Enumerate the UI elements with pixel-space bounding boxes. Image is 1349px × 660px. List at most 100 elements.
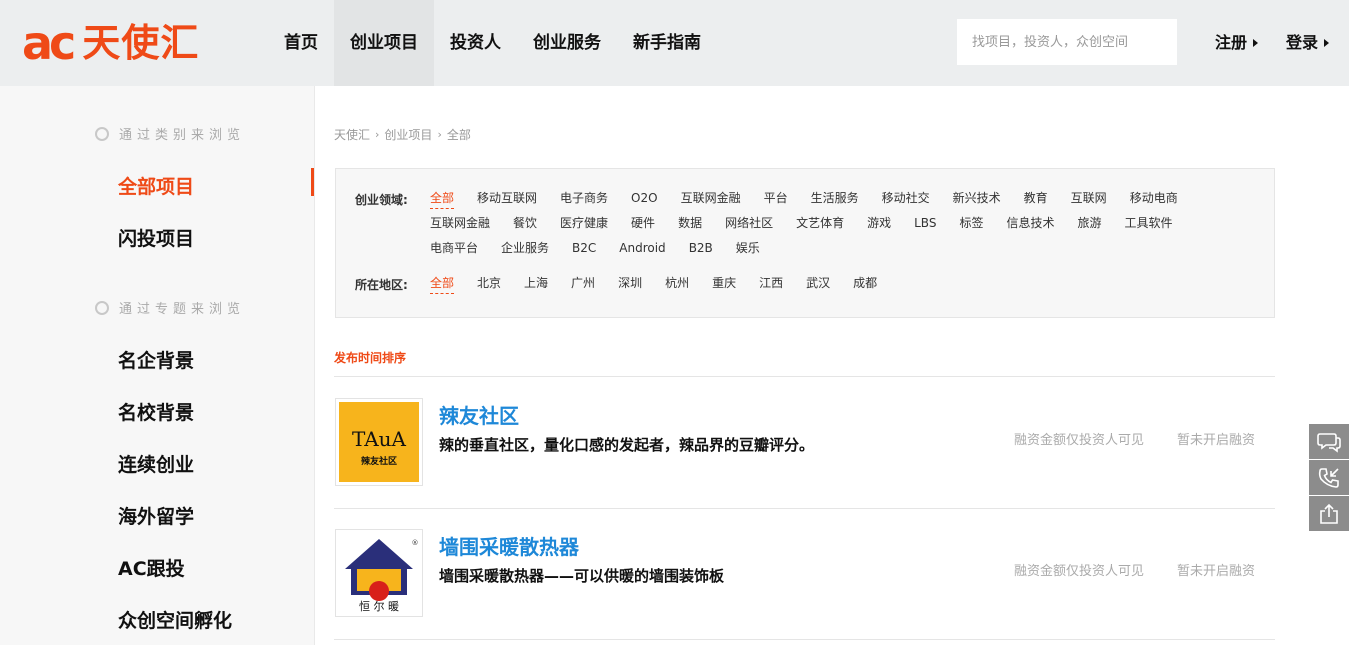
- region-filter-label: 所在地区:: [355, 276, 408, 293]
- field-tag[interactable]: 娱乐: [736, 236, 760, 261]
- field-tag[interactable]: 电子商务: [560, 186, 608, 211]
- spicy-community-logo-image: TAuA 辣友社区: [339, 402, 419, 482]
- chat-button[interactable]: [1309, 424, 1349, 459]
- nav-home[interactable]: 首页: [268, 0, 334, 86]
- logo-lettering-top: TAuA: [352, 427, 407, 451]
- region-tag[interactable]: 成都: [853, 271, 877, 296]
- top-header: ac 天使汇 首页 创业项目 投资人 创业服务 新手指南 注册 登录: [0, 0, 1349, 86]
- field-tag[interactable]: 游戏: [867, 211, 891, 236]
- field-tag[interactable]: 移动社交: [882, 186, 930, 211]
- field-filter-label: 创业领域:: [355, 191, 408, 208]
- project-card: ® 恒 尔 暖 墙围采暖散热器 墙围采暖散热器——可以供暖的墙围装饰板 融资金额…: [334, 529, 1275, 660]
- project-title[interactable]: 墙围采暖散热器: [439, 531, 579, 560]
- caret-right-icon: [1253, 39, 1258, 47]
- region-tag[interactable]: 杭州: [665, 271, 689, 296]
- field-tag-list: 全部移动互联网电子商务O2O互联网金融平台生活服务移动社交新兴技术教育互联网移动…: [430, 186, 1250, 261]
- field-tag[interactable]: 信息技术: [1006, 211, 1054, 236]
- region-tag[interactable]: 北京: [477, 271, 501, 296]
- active-indicator: [311, 168, 314, 196]
- field-tag[interactable]: 互联网: [1071, 186, 1107, 211]
- field-tag[interactable]: Android: [619, 236, 665, 261]
- category-heading-label: 通过类别来浏览: [119, 124, 245, 143]
- logo-text: 天使汇: [82, 18, 199, 68]
- project-title[interactable]: 辣友社区: [439, 400, 519, 429]
- phone-button[interactable]: [1309, 460, 1349, 495]
- project-status: 暂未开启融资: [1177, 560, 1255, 579]
- field-tag[interactable]: 旅游: [1077, 211, 1101, 236]
- nav-projects[interactable]: 创业项目: [334, 0, 434, 86]
- breadcrumb-current: 全部: [447, 126, 471, 143]
- login-label: 登录: [1286, 0, 1318, 86]
- circle-icon: [95, 127, 109, 141]
- breadcrumb-home[interactable]: 天使汇: [334, 126, 370, 143]
- breadcrumb-projects[interactable]: 创业项目: [384, 126, 432, 143]
- sidebar-item-incubator[interactable]: 众创空间孵化: [118, 606, 232, 633]
- region-tag[interactable]: 上海: [524, 271, 548, 296]
- register-link[interactable]: 注册: [1215, 0, 1258, 86]
- field-tag[interactable]: 移动互联网: [477, 186, 537, 211]
- region-tag[interactable]: 深圳: [618, 271, 642, 296]
- share-button[interactable]: [1309, 496, 1349, 531]
- field-tag[interactable]: 文艺体育: [796, 211, 844, 236]
- nav-investors[interactable]: 投资人: [434, 0, 517, 86]
- field-tag[interactable]: 平台: [764, 186, 788, 211]
- site-logo[interactable]: ac 天使汇: [22, 18, 199, 68]
- project-funding: 融资金额仅投资人可见: [1014, 560, 1144, 579]
- nav-guide[interactable]: 新手指南: [617, 0, 717, 86]
- project-logo[interactable]: TAuA 辣友社区: [335, 398, 423, 486]
- chevron-right-icon: ›: [437, 128, 441, 141]
- register-label: 注册: [1215, 0, 1247, 86]
- sidebar: 通过类别来浏览 全部项目 闪投项目 通过专题来浏览 名企背景 名校背景 连续创业…: [0, 86, 315, 645]
- field-tag[interactable]: 医疗健康: [560, 211, 608, 236]
- field-tag[interactable]: 标签: [959, 211, 983, 236]
- field-tag[interactable]: LBS: [914, 211, 936, 236]
- sidebar-item-serial-founder[interactable]: 连续创业: [118, 450, 194, 477]
- field-tag[interactable]: O2O: [631, 186, 658, 211]
- circle-icon: [95, 301, 109, 315]
- search-input[interactable]: [957, 19, 1177, 65]
- breadcrumb: 天使汇 › 创业项目 › 全部: [334, 126, 471, 143]
- region-tag[interactable]: 广州: [571, 271, 595, 296]
- field-tag[interactable]: 全部: [430, 186, 454, 211]
- field-tag[interactable]: 互联网金融: [681, 186, 741, 211]
- field-tag[interactable]: B2B: [689, 236, 713, 261]
- share-icon: [1317, 502, 1341, 526]
- field-tag[interactable]: 教育: [1024, 186, 1048, 211]
- divider: [334, 376, 1275, 377]
- sidebar-item-overseas[interactable]: 海外留学: [118, 502, 194, 529]
- field-tag[interactable]: B2C: [572, 236, 596, 261]
- sidebar-item-famous-company[interactable]: 名企背景: [118, 346, 194, 373]
- project-logo[interactable]: ® 恒 尔 暖: [335, 529, 423, 617]
- field-tag[interactable]: 企业服务: [501, 236, 549, 261]
- sidebar-item-flash-projects[interactable]: 闪投项目: [118, 224, 194, 251]
- field-tag[interactable]: 餐饮: [513, 211, 537, 236]
- region-tag-list: 全部北京上海广州深圳杭州重庆江西武汉成都: [430, 271, 1250, 296]
- field-tag[interactable]: 移动电商: [1130, 186, 1178, 211]
- chevron-right-icon: ›: [375, 128, 379, 141]
- nav-services[interactable]: 创业服务: [517, 0, 617, 86]
- sort-by-time[interactable]: 发布时间排序: [334, 349, 406, 366]
- region-tag[interactable]: 重庆: [712, 271, 736, 296]
- field-tag[interactable]: 互联网金融: [430, 211, 490, 236]
- field-tag[interactable]: 网络社区: [725, 211, 773, 236]
- login-link[interactable]: 登录: [1286, 0, 1329, 86]
- phone-icon: [1317, 466, 1341, 490]
- field-tag[interactable]: 工具软件: [1125, 211, 1173, 236]
- divider: [334, 508, 1275, 509]
- field-tag[interactable]: 生活服务: [811, 186, 859, 211]
- caret-right-icon: [1324, 39, 1329, 47]
- region-tag[interactable]: 江西: [759, 271, 783, 296]
- field-tag[interactable]: 电商平台: [430, 236, 478, 261]
- field-tag[interactable]: 硬件: [631, 211, 655, 236]
- logo-lettering-bottom: 辣友社区: [361, 455, 397, 467]
- sidebar-item-famous-school[interactable]: 名校背景: [118, 398, 194, 425]
- sidebar-item-ac-coinvest[interactable]: AC跟投: [118, 554, 185, 581]
- project-description: 墙围采暖散热器——可以供暖的墙围装饰板: [439, 565, 724, 586]
- field-tag[interactable]: 新兴技术: [953, 186, 1001, 211]
- project-description: 辣的垂直社区，量化口感的发起者，辣品界的豆瓣评分。: [439, 434, 814, 455]
- region-tag[interactable]: 武汉: [806, 271, 830, 296]
- sidebar-item-all-projects[interactable]: 全部项目: [118, 172, 194, 199]
- region-tag[interactable]: 全部: [430, 271, 454, 296]
- category-section-heading: 通过类别来浏览: [95, 124, 245, 143]
- field-tag[interactable]: 数据: [678, 211, 702, 236]
